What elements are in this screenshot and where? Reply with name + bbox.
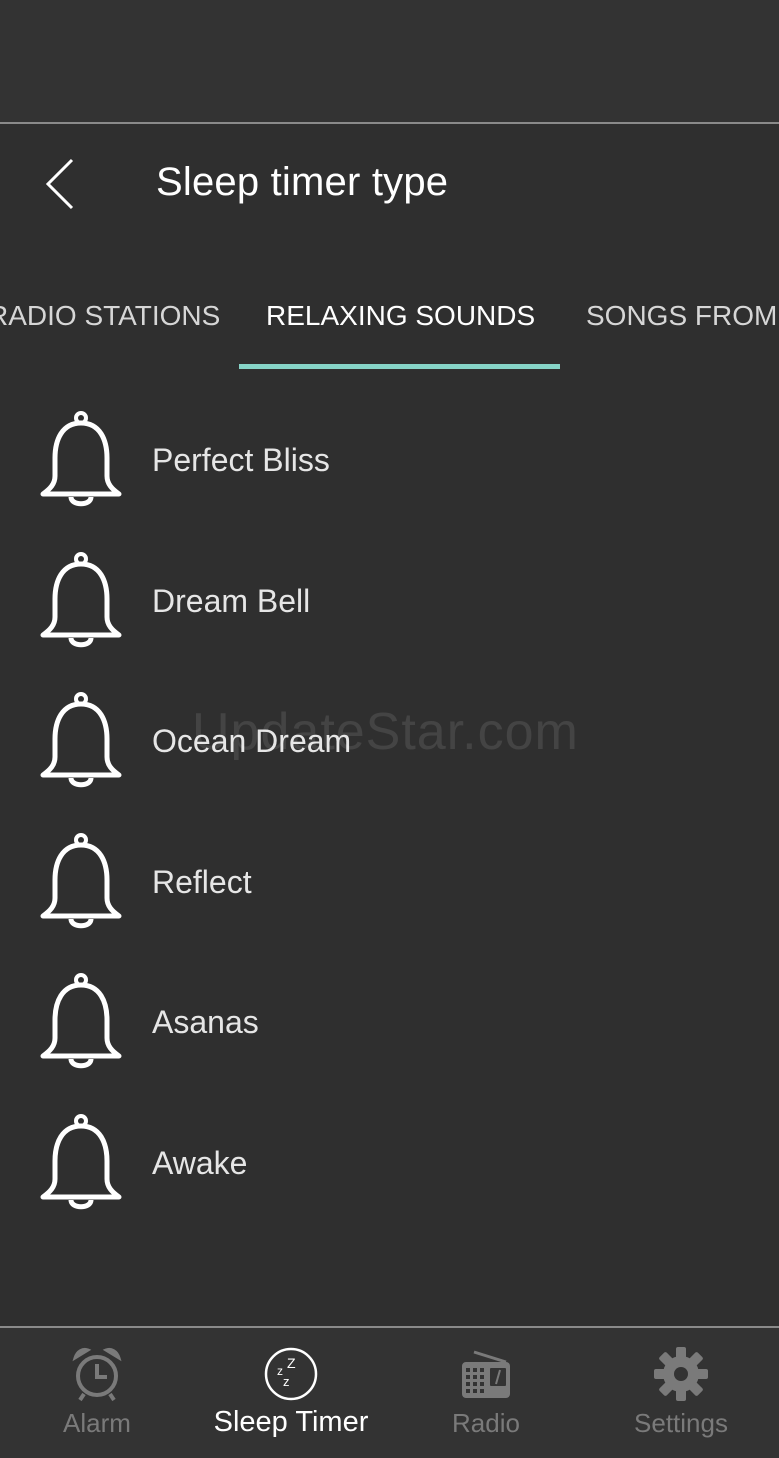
bell-icon [40,973,122,1069]
sound-list: Perfect Bliss Dream Bell Ocean Dream Ref… [0,392,779,1235]
sound-label: Asanas [152,1004,259,1040]
gear-icon [654,1347,708,1401]
sleep-zzz-icon: z Z z [264,1347,318,1401]
bell-icon [40,551,122,647]
bell-icon [40,411,122,507]
nav-label: Settings [634,1408,728,1438]
list-item-ocean-dream[interactable]: Ocean Dream [0,673,779,814]
back-button[interactable] [30,154,90,214]
sound-label: Ocean Dream [152,723,352,759]
svg-text:z: z [283,1374,290,1389]
page-title: Sleep timer type [156,160,449,204]
sound-label: Perfect Bliss [152,442,330,478]
bell-icon [40,692,122,788]
nav-item-sleep-timer[interactable]: z Z z Sleep Timer [194,1328,388,1458]
radio-icon [462,1350,510,1398]
sound-label: Reflect [152,863,252,900]
nav-label: Sleep Timer [213,1406,369,1438]
sound-label: Dream Bell [152,582,311,619]
app-header: Sleep timer type [0,124,779,254]
bell-icon [40,1113,122,1209]
tab-songs-from[interactable]: SONGS FROM [586,300,777,340]
sound-label: Awake [152,1144,248,1181]
active-tab-indicator [239,364,560,369]
alarm-clock-icon [72,1347,122,1402]
list-item-awake[interactable]: Awake [0,1095,779,1236]
svg-text:Z: Z [287,1355,296,1371]
nav-item-radio[interactable]: Radio [389,1328,583,1458]
list-item-dream-bell[interactable]: Dream Bell [0,533,779,674]
tab-radio-stations[interactable]: RADIO STATIONS [0,300,220,340]
nav-label: Radio [452,1408,520,1438]
bell-icon [40,832,122,928]
bottom-navigation: Alarm z Z z Sleep Timer Radio Settings [0,1328,779,1458]
status-bar-area [0,0,779,122]
tab-relaxing-sounds[interactable]: RELAXING SOUNDS [266,300,535,340]
list-item-perfect-bliss[interactable]: Perfect Bliss [0,392,779,533]
chevron-left-icon [45,158,74,210]
nav-item-settings[interactable]: Settings [584,1328,778,1458]
nav-label: Alarm [63,1408,131,1438]
list-item-reflect[interactable]: Reflect [0,814,779,955]
nav-item-alarm[interactable]: Alarm [0,1328,194,1458]
list-item-asanas[interactable]: Asanas [0,954,779,1095]
tab-bar: RADIO STATIONS RELAXING SOUNDS SONGS FRO… [0,270,779,370]
